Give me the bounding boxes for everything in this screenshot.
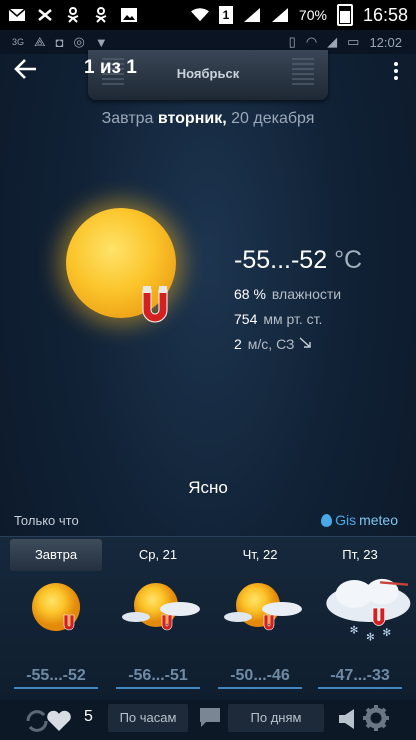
sim-indicator: 1 <box>218 6 233 24</box>
odnoklassniki-icon <box>95 7 107 23</box>
settings-gear-icon[interactable] <box>362 704 390 732</box>
tab-day-label: Завтра <box>10 539 102 571</box>
drop-icon <box>321 513 333 527</box>
humidity-label: влажности <box>271 286 342 302</box>
weather-details: 68 % влажности 754 мм рт. ст. 2 м/с, СЗ <box>234 282 341 357</box>
forecast-day[interactable]: Чт, 22 -50...-46 <box>210 537 310 701</box>
wifi-icon <box>190 8 209 22</box>
day-temperature: -50...-46 <box>230 667 290 684</box>
back-arrow-icon[interactable] <box>14 56 38 87</box>
inner-clock: 12:02 <box>369 34 402 50</box>
tab-day-label: Пт, 23 <box>342 547 378 562</box>
drag-handle-right <box>292 58 314 88</box>
day-temperature: -56...-51 <box>128 667 188 684</box>
signal-icon: ◢ <box>327 34 338 49</box>
pressure-value: 754 <box>234 311 258 327</box>
battery-icon <box>336 4 353 26</box>
vibrate-icon: ▯ <box>288 34 296 49</box>
day-temperature: -47...-33 <box>330 667 390 684</box>
signal-icon <box>271 8 288 22</box>
email-icon <box>8 8 26 21</box>
battery-percent: 70% <box>298 7 327 23</box>
more-menu-icon[interactable] <box>394 62 398 83</box>
daily-button[interactable]: По дням <box>228 704 324 732</box>
forecast-strip: Завтра -55...-52 Ср, 21 -56...-51 Чт, 22 <box>0 536 416 701</box>
pressure-row: 754 мм рт. ст. <box>234 307 341 332</box>
svg-text:✻: ✻ <box>366 632 375 643</box>
viber-icon: ◎ <box>73 34 85 49</box>
wind-direction-icon <box>299 337 312 348</box>
wind-row: 2 м/с, СЗ <box>234 332 341 357</box>
sun-icon <box>32 583 80 631</box>
tab-day-label: Ср, 21 <box>138 547 178 562</box>
camera-icon: ◘ <box>55 34 64 50</box>
forecast-day[interactable]: Пт, 23 ✻ ✻ ✻ -47...-33 <box>310 537 411 701</box>
wifi-icon: ◠ <box>305 34 318 49</box>
brand-gis: Gis <box>335 512 357 528</box>
humidity-row: 68 % влажности <box>234 282 341 307</box>
image-icon <box>121 8 137 22</box>
day-temperature: -55...-52 <box>26 667 86 684</box>
weather-app: Ноябрьск 1 из 1 Завтра вторник, 20 декаб… <box>0 50 416 740</box>
speaker-icon[interactable] <box>336 706 362 732</box>
tab-day-label: Чт, 22 <box>242 547 278 562</box>
likes-count: 5 <box>84 708 93 725</box>
svg-text:✻: ✻ <box>382 627 391 639</box>
day-divider <box>14 687 98 689</box>
comment-icon[interactable] <box>198 706 222 730</box>
day-divider <box>116 687 200 689</box>
date-prefix: Завтра <box>101 110 154 127</box>
humidity-value: 68 % <box>234 286 266 302</box>
current-temperature: -55...-52 °C <box>234 246 362 275</box>
weather-condition: Ясно <box>188 478 228 497</box>
wind-value: 2 <box>234 336 242 352</box>
brand-meteo: meteo <box>359 512 398 528</box>
hourly-button[interactable]: По часам <box>108 704 188 732</box>
wind-label: м/с, СЗ <box>247 336 295 352</box>
updated-label: Только что <box>14 513 79 528</box>
pressure-label: мм рт. ст. <box>263 311 323 327</box>
signal-icon: ⟁ <box>34 34 46 49</box>
day-divider <box>218 687 302 689</box>
odnoklassniki-icon <box>67 7 79 23</box>
temperature-unit: °C <box>334 246 363 274</box>
forecast-day[interactable]: Завтра -55...-52 <box>6 537 106 701</box>
shield-icon: ▼ <box>94 34 108 50</box>
day-divider <box>318 687 402 689</box>
temperature-value: -55...-52 <box>234 246 328 274</box>
signal-icon <box>243 8 260 22</box>
sun-cloud-icon <box>122 583 200 631</box>
heart-icon[interactable] <box>46 710 72 732</box>
magnetic-storm-icon <box>142 286 168 323</box>
snow-cloud-icon: ✻ ✻ ✻ <box>326 578 411 643</box>
forecast-date: Завтра вторник, 20 декабря <box>0 110 416 128</box>
forecast-day[interactable]: Ср, 21 -56...-51 <box>108 537 208 701</box>
clock: 16:58 <box>362 4 408 25</box>
missed-call-icon <box>38 9 52 21</box>
image-counter: 1 из 1 <box>84 57 137 78</box>
network-label: 3G <box>12 37 25 47</box>
date-day: 20 декабря <box>231 110 315 127</box>
sun-cloud-icon <box>224 583 302 631</box>
gismeteo-logo[interactable]: Gis meteo <box>321 512 398 528</box>
status-bar: 1 70% 16:58 <box>0 0 416 30</box>
date-weekday: вторник, <box>157 110 227 127</box>
svg-text:✻: ✻ <box>350 625 359 637</box>
battery-icon: ▭ <box>347 34 360 49</box>
bottom-bar: 5 По часам По дням <box>0 700 416 740</box>
